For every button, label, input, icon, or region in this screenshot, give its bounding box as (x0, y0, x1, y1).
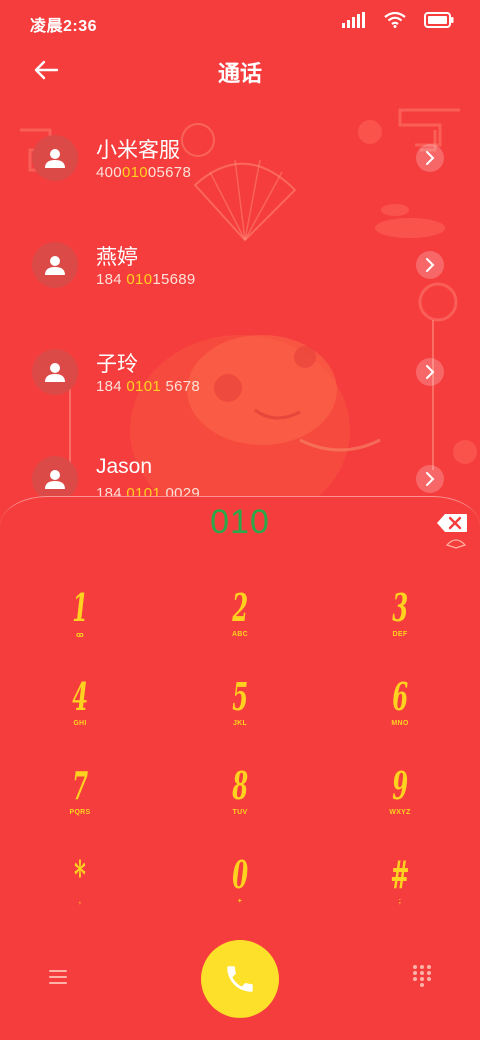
key-2[interactable]: 2 ABC (180, 587, 300, 667)
key-8[interactable]: 8 TUV (180, 765, 300, 845)
chevron-right-icon (426, 151, 435, 165)
phone-icon (227, 966, 253, 992)
key-3[interactable]: 3 DEF (340, 587, 460, 667)
phone-screen: 凌晨2:36 通话 小米客服 40001005678 燕婷 184 010156… (0, 0, 480, 1040)
backspace-icon (437, 514, 467, 532)
contact-row[interactable]: 小米客服 40001005678 (0, 116, 480, 216)
backspace-button[interactable] (436, 513, 468, 533)
contact-detail-button[interactable] (416, 465, 444, 493)
contact-detail-button[interactable] (416, 251, 444, 279)
chevron-right-icon (426, 365, 435, 379)
battery-icon (424, 12, 454, 28)
key-5[interactable]: 5 JKL (180, 676, 300, 756)
status-time: 凌晨2:36 (30, 18, 98, 35)
contact-number: 184 0101 5678 (96, 378, 201, 395)
status-bar: 凌晨2:36 (0, 0, 480, 42)
page-title: 通话 (217, 61, 262, 86)
key-4[interactable]: 4 GHI (20, 676, 140, 756)
keypad-toggle-button[interactable] (410, 963, 434, 987)
contact-row[interactable]: 子玲 184 0101 5678 (0, 330, 480, 430)
header: 通话 (0, 50, 480, 90)
status-icons (342, 12, 454, 28)
key-1[interactable]: 1 ꝏ (20, 587, 140, 667)
contact-name: 子玲 (96, 353, 138, 376)
key-7[interactable]: 7 PQRS (20, 765, 140, 845)
key-6[interactable]: 6 MNO (340, 676, 460, 756)
dialpad-panel: 010 1 ꝏ 2 ABC 3 DEF 4 GHI 5 JKL 6 MNO 7 … (0, 496, 480, 1040)
dialed-number-display[interactable]: 010 (0, 503, 480, 542)
contact-name: Jason (96, 455, 153, 478)
avatar (32, 242, 78, 288)
match-highlight: 010 (126, 271, 153, 288)
dialpad-grid-icon (413, 965, 431, 987)
call-button[interactable] (201, 940, 279, 1018)
contact-name: 小米客服 (96, 139, 180, 162)
match-highlight: 0101 (126, 378, 161, 395)
key-0[interactable]: 0 + (180, 854, 300, 934)
person-icon (45, 149, 65, 168)
voicemail-icon: ꝏ (75, 632, 85, 639)
contact-number: 184 01015689 (96, 271, 196, 288)
key-star[interactable]: * , (20, 854, 140, 934)
avatar (32, 135, 78, 181)
menu-button[interactable] (46, 965, 70, 989)
signal-icon (342, 12, 365, 28)
key-hash[interactable]: # ; (340, 854, 460, 934)
contact-number: 40001005678 (96, 164, 192, 181)
dialpad-bottom-bar (0, 937, 480, 1027)
chevron-right-icon (426, 472, 435, 486)
match-highlight: 010 (121, 164, 148, 181)
contact-detail-button[interactable] (416, 144, 444, 172)
contact-row[interactable]: Jason 184 0101 0029 (0, 437, 480, 498)
contact-detail-button[interactable] (416, 358, 444, 386)
menu-icon (49, 970, 67, 984)
contact-list: 小米客服 40001005678 燕婷 184 01015689 子玲 184 … (0, 116, 480, 498)
person-icon (45, 363, 65, 382)
contact-name: 燕婷 (96, 246, 138, 269)
contact-row[interactable]: 燕婷 184 01015689 (0, 223, 480, 323)
key-9[interactable]: 9 WXYZ (340, 765, 460, 845)
chevron-right-icon (426, 258, 435, 272)
wifi-icon (384, 12, 406, 28)
person-icon (45, 470, 65, 489)
person-icon (45, 256, 65, 275)
avatar (32, 456, 78, 498)
avatar (32, 349, 78, 395)
